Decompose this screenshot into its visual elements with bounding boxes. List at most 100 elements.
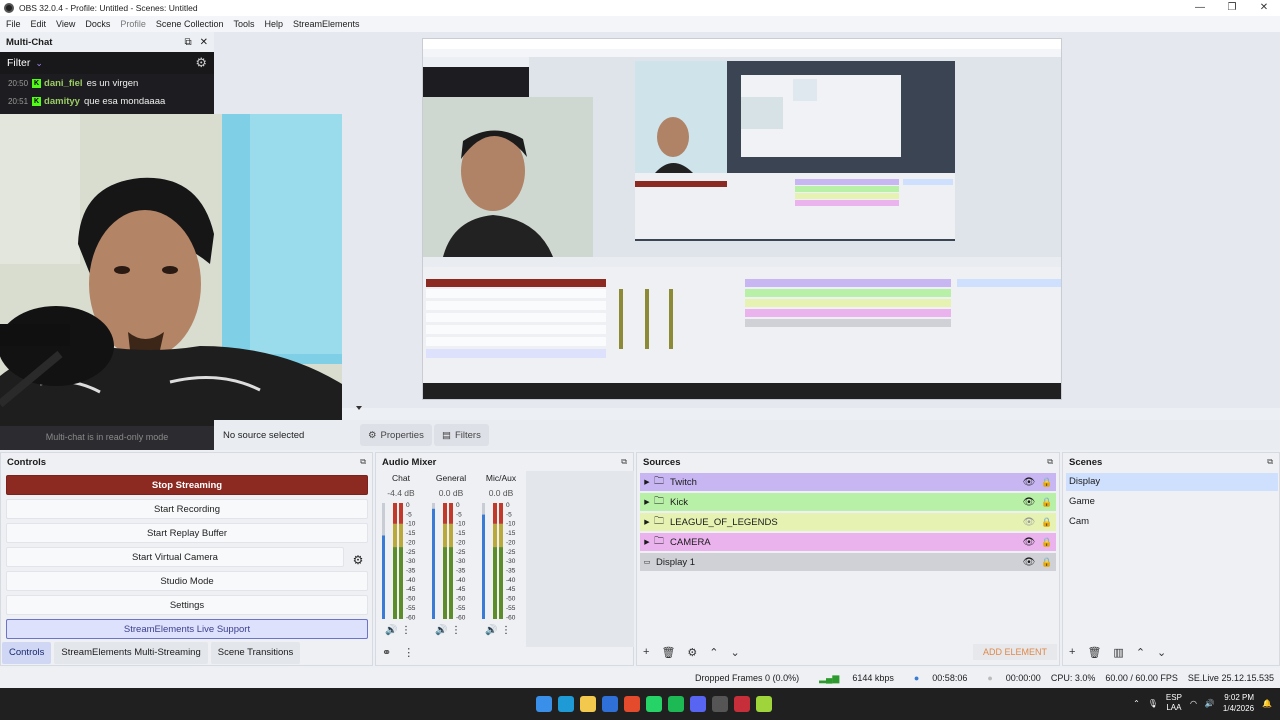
- trash-icon[interactable]: 🗑: [661, 646, 675, 659]
- dock-popout-icon[interactable]: ⧉: [1267, 457, 1273, 467]
- dock-popout-icon[interactable]: ⧉: [360, 457, 366, 467]
- lock-icon[interactable]: 🔒: [1038, 517, 1056, 528]
- eye-icon[interactable]: 👁: [1020, 477, 1038, 488]
- more-options-icon[interactable]: ⋮: [403, 646, 414, 659]
- advanced-audio-icon[interactable]: ⚭: [382, 646, 391, 659]
- webcam-overlay-window[interactable]: [0, 114, 342, 426]
- scene-item-display[interactable]: Display: [1066, 473, 1278, 491]
- menu-docks[interactable]: Docks: [85, 19, 110, 29]
- dock-popout-icon[interactable]: ⧉: [621, 457, 627, 467]
- close-dock-icon[interactable]: ✕: [200, 37, 208, 48]
- close-icon[interactable]: ✕: [1248, 0, 1280, 16]
- source-item-league-of-legends[interactable]: ▶ 🗀 LEAGUE_OF_LEGENDS 👁 🔒: [640, 513, 1056, 531]
- volume-slider-fill[interactable]: [482, 514, 485, 619]
- source-item-camera[interactable]: ▶ 🗀 CAMERA 👁 🔒: [640, 533, 1056, 551]
- league-icon[interactable]: [756, 696, 772, 712]
- streamelements-live-support-button[interactable]: StreamElements Live Support: [6, 619, 368, 639]
- source-item-display-1[interactable]: ▭ Display 1 👁 🔒: [640, 553, 1056, 571]
- speaker-icon[interactable]: 🔊: [485, 625, 497, 636]
- start-virtual-camera-button[interactable]: Start Virtual Camera: [6, 547, 344, 567]
- chat-user[interactable]: damityy: [44, 96, 80, 107]
- chat-filter-bar[interactable]: Filter ⌄ ⚙: [0, 52, 214, 74]
- file-explorer-icon[interactable]: [580, 696, 596, 712]
- menu-profile[interactable]: Profile: [120, 19, 146, 29]
- notification-icon[interactable]: 🔔: [1262, 699, 1272, 708]
- filters-button[interactable]: ▤ Filters: [434, 424, 489, 446]
- expand-arrow-icon[interactable]: ▶: [640, 478, 654, 486]
- eye-icon[interactable]: 👁: [1020, 557, 1038, 568]
- studio-mode-button[interactable]: Studio Mode: [6, 571, 368, 591]
- gear-icon[interactable]: ⚙: [195, 55, 207, 71]
- float-dock-icon[interactable]: ⧉: [184, 37, 191, 48]
- maximize-icon[interactable]: ❐: [1216, 0, 1248, 16]
- eye-icon[interactable]: 👁: [1020, 497, 1038, 508]
- tab-controls[interactable]: Controls: [2, 642, 52, 664]
- gear-icon[interactable]: ⚙: [687, 646, 697, 659]
- volume-slider-fill[interactable]: [432, 508, 435, 619]
- move-up-icon[interactable]: ⌃: [1136, 646, 1145, 659]
- settings-button[interactable]: Settings: [6, 595, 368, 615]
- lock-icon[interactable]: 🔒: [1038, 497, 1056, 508]
- trash-icon[interactable]: 🗑: [1087, 646, 1101, 659]
- source-item-kick[interactable]: ▶ 🗀 Kick 👁 🔒: [640, 493, 1056, 511]
- menu-file[interactable]: File: [6, 19, 21, 29]
- menu-streamelements[interactable]: StreamElements: [293, 19, 360, 29]
- lock-icon[interactable]: 🔒: [1038, 477, 1056, 488]
- menu-scene-collection[interactable]: Scene Collection: [156, 19, 224, 29]
- scene-item-cam[interactable]: Cam: [1066, 513, 1278, 531]
- speaker-icon[interactable]: 🔊: [435, 625, 447, 636]
- lock-icon[interactable]: 🔒: [1038, 537, 1056, 548]
- wifi-icon[interactable]: ◠: [1190, 699, 1197, 708]
- menu-help[interactable]: Help: [264, 19, 283, 29]
- app-icon[interactable]: [734, 696, 750, 712]
- add-scene-icon[interactable]: +: [1069, 646, 1075, 659]
- spotify-icon[interactable]: [668, 696, 684, 712]
- tab-scene-transitions[interactable]: Scene Transitions: [210, 642, 301, 664]
- mic-icon[interactable]: 🎙: [1148, 699, 1158, 708]
- filter-label[interactable]: Filter: [7, 57, 30, 69]
- tab-streamelements-multi-streaming[interactable]: StreamElements Multi-Streaming: [54, 642, 208, 664]
- eye-icon[interactable]: 👁: [1020, 537, 1038, 548]
- volume-icon[interactable]: 🔊: [1205, 699, 1215, 708]
- menu-view[interactable]: View: [56, 19, 75, 29]
- menu-edit[interactable]: Edit: [31, 19, 47, 29]
- start-icon[interactable]: [536, 696, 552, 712]
- start-recording-button[interactable]: Start Recording: [6, 499, 368, 519]
- store-icon[interactable]: [602, 696, 618, 712]
- clock-time[interactable]: 9:02 PM: [1224, 693, 1254, 702]
- more-options-icon[interactable]: ⋮: [451, 625, 461, 636]
- language-indicator[interactable]: ESP: [1166, 693, 1182, 702]
- source-item-twitch[interactable]: ▶ 🗀 Twitch 👁 🔒: [640, 473, 1056, 491]
- expand-arrow-icon[interactable]: ▶: [640, 538, 654, 546]
- brave-icon[interactable]: [624, 696, 640, 712]
- lock-icon[interactable]: 🔒: [1038, 557, 1056, 568]
- chevron-up-icon[interactable]: ⌃: [1133, 699, 1140, 708]
- add-element-button[interactable]: ADD ELEMENT: [973, 644, 1057, 660]
- scene-item-game[interactable]: Game: [1066, 493, 1278, 511]
- properties-button[interactable]: ⚙ Properties: [360, 424, 432, 446]
- add-source-icon[interactable]: +: [643, 646, 649, 659]
- expand-arrow-icon[interactable]: ▶: [640, 498, 654, 506]
- scene-filter-icon[interactable]: ▥: [1113, 646, 1123, 659]
- obs-icon[interactable]: [712, 696, 728, 712]
- eye-hidden-icon[interactable]: 👁: [1020, 517, 1038, 528]
- start-replay-buffer-button[interactable]: Start Replay Buffer: [6, 523, 368, 543]
- volume-slider-fill[interactable]: [382, 535, 385, 619]
- more-options-icon[interactable]: ⋮: [501, 625, 511, 636]
- move-up-icon[interactable]: ⌃: [709, 646, 718, 659]
- whatsapp-icon[interactable]: [646, 696, 662, 712]
- gear-icon[interactable]: ⚙: [348, 550, 368, 570]
- minimize-icon[interactable]: —: [1184, 0, 1216, 16]
- chat-user[interactable]: dani_fiel: [44, 78, 83, 89]
- menu-tools[interactable]: Tools: [233, 19, 254, 29]
- discord-icon[interactable]: [690, 696, 706, 712]
- expand-arrow-icon[interactable]: ▶: [640, 518, 654, 526]
- clock-date[interactable]: 1/4/2026: [1223, 704, 1254, 713]
- move-down-icon[interactable]: ⌄: [1157, 646, 1166, 659]
- chevron-down-icon[interactable]: ⌄: [35, 58, 43, 68]
- stop-streaming-button[interactable]: Stop Streaming: [6, 475, 368, 495]
- volume-meters[interactable]: 0-5-10-15-20-25-30-35-40-45-50-55-600-5-…: [376, 499, 526, 623]
- more-options-icon[interactable]: ⋮: [401, 625, 411, 636]
- edge-icon[interactable]: [558, 696, 574, 712]
- move-down-icon[interactable]: ⌄: [731, 646, 740, 659]
